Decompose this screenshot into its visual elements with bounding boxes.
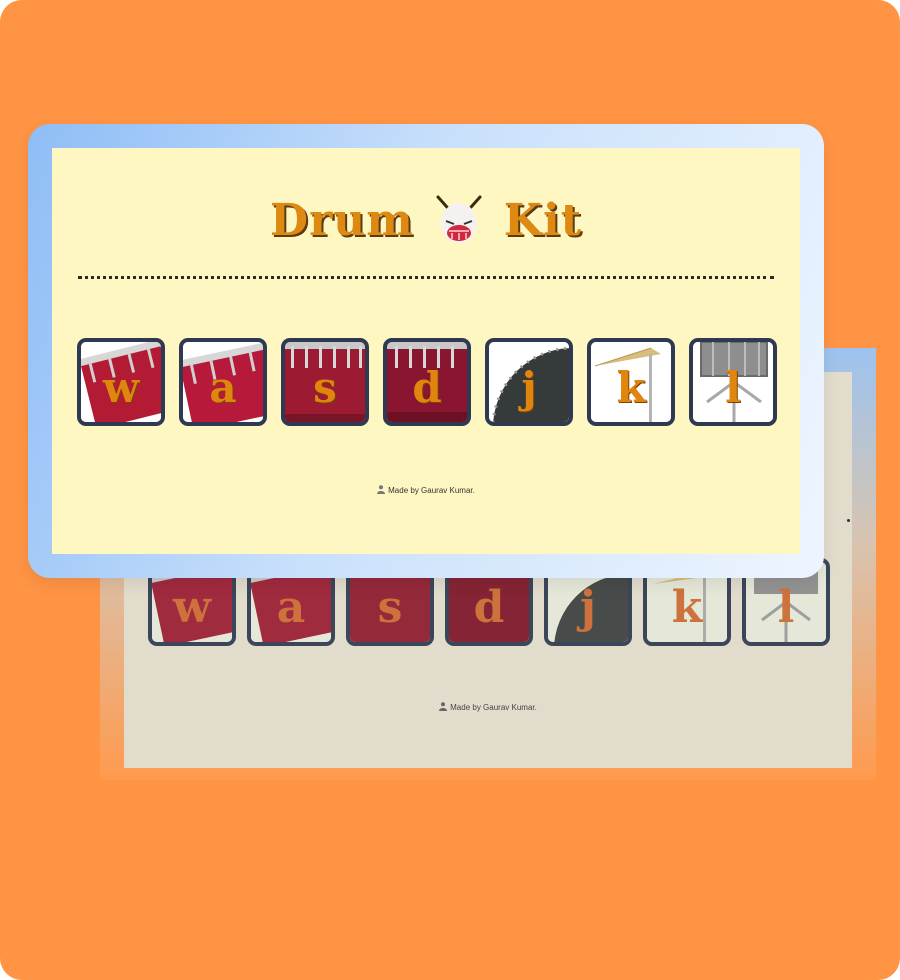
drum-face-icon <box>436 195 482 243</box>
credit-text: Made by Gaurav Kumar. <box>388 486 475 495</box>
back-divider-end <box>847 519 850 522</box>
title-word-drum: Drum <box>269 194 414 246</box>
back-pad-letter: j <box>580 582 596 633</box>
app-page: Drum Kit w a s d j k l Made by Gaurav Ku… <box>52 148 800 554</box>
pad-key-label: d <box>412 363 442 412</box>
back-pad-letter: a <box>276 582 306 633</box>
drum-pad-a[interactable]: a <box>179 338 267 426</box>
back-pad-letter: k <box>671 582 703 633</box>
drum-pad-l[interactable]: l <box>689 338 777 426</box>
drum-pad-j[interactable]: j <box>485 338 573 426</box>
back-pad-letter: l <box>777 582 795 633</box>
drum-pad-k[interactable]: k <box>587 338 675 426</box>
page-title: Drum Kit <box>52 190 800 250</box>
title-word-kit: Kit <box>503 194 583 246</box>
background-canvas: w a s d j k l Made by Gaurav Kumar. Drum <box>0 0 900 980</box>
pad-key-label: w <box>102 363 140 412</box>
back-pad-letter: w <box>173 582 211 633</box>
drum-pad-d[interactable]: d <box>383 338 471 426</box>
pad-key-label: s <box>313 363 337 412</box>
pad-key-label: k <box>616 363 646 412</box>
pad-key-label: l <box>725 363 741 412</box>
back-pad-letter: d <box>473 582 505 633</box>
drum-pad-row: w a s d j k l <box>76 338 777 428</box>
person-icon <box>439 702 448 711</box>
footer-credit: Made by Gaurav Kumar. <box>52 485 800 495</box>
back-credit-text: Made by Gaurav Kumar. <box>450 703 537 712</box>
drum-pad-w[interactable]: w <box>77 338 165 426</box>
pad-key-label: j <box>521 363 537 412</box>
back-pad-letter: s <box>377 582 403 633</box>
app-window-frame: Drum Kit w a s d j k l Made by Gaurav Ku… <box>28 124 824 578</box>
person-icon <box>377 485 386 494</box>
pad-key-label: a <box>209 363 237 412</box>
back-credit: Made by Gaurav Kumar. <box>124 702 852 712</box>
dotted-divider <box>78 276 774 279</box>
drum-pad-s[interactable]: s <box>281 338 369 426</box>
